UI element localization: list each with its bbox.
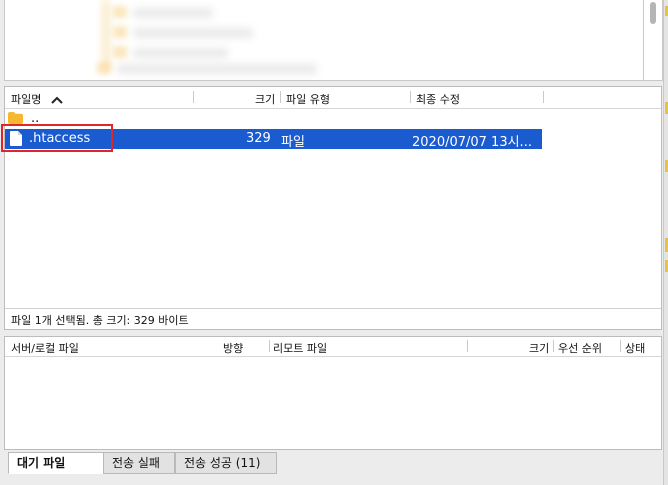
file-type: 파일 — [281, 135, 305, 150]
tree-item-blurred[interactable] — [133, 8, 213, 18]
tree-scrollbar[interactable] — [643, 0, 663, 81]
scrollbar-thumb[interactable] — [650, 2, 656, 24]
file-list-status-bar: 파일 1개 선택됨. 총 크기: 329 바이트 — [5, 308, 661, 329]
column-header-size[interactable]: 크기 — [255, 91, 275, 107]
column-divider[interactable] — [467, 340, 468, 352]
column-divider[interactable] — [553, 340, 554, 352]
annotation-highlight-box — [1, 124, 113, 152]
column-header-modified[interactable]: 최종 수정 — [416, 91, 460, 107]
column-divider[interactable] — [543, 91, 544, 103]
remote-file-list[interactable]: 파일명 크기 파일 유형 최종 수정 .. .htaccess 329 파일 2… — [4, 86, 662, 330]
queue-list-header: 서버/로컬 파일 방향 리모트 파일 크기 우선 순위 상태 — [5, 337, 661, 357]
file-size: 329 — [246, 131, 271, 146]
selection-status-text: 파일 1개 선택됨. 총 크기: 329 바이트 — [11, 314, 189, 327]
tab-failed-transfers[interactable]: 전송 실패 — [103, 452, 175, 474]
file-list-header: 파일명 크기 파일 유형 최종 수정 — [5, 87, 661, 109]
tree-item-blurred[interactable] — [133, 48, 228, 58]
column-header-priority[interactable]: 우선 순위 — [558, 340, 602, 356]
column-divider[interactable] — [280, 91, 281, 103]
column-header-filename[interactable]: 파일명 — [11, 91, 63, 107]
tree-connector — [103, 0, 109, 70]
folder-icon — [113, 26, 127, 38]
tree-item-blurred[interactable] — [133, 28, 253, 38]
folder-icon — [97, 62, 111, 74]
column-divider[interactable] — [193, 91, 194, 103]
sort-ascending-icon — [51, 96, 63, 104]
folder-icon — [113, 6, 127, 18]
transfer-queue-list[interactable]: 서버/로컬 파일 방향 리모트 파일 크기 우선 순위 상태 — [4, 336, 662, 450]
queue-tab-bar: 대기 파일 전송 실패 전송 성공 (11) — [4, 450, 660, 478]
column-divider[interactable] — [410, 91, 411, 103]
column-divider[interactable] — [269, 340, 270, 352]
tab-queued-files[interactable]: 대기 파일 — [8, 452, 104, 474]
column-divider[interactable] — [620, 340, 621, 352]
column-header-remote-file[interactable]: 리모트 파일 — [273, 340, 327, 356]
file-modified: 2020/07/07 13시... — [412, 135, 532, 150]
folder-icon — [8, 112, 23, 124]
column-header-type[interactable]: 파일 유형 — [286, 91, 330, 107]
column-header-direction[interactable]: 방향 — [223, 340, 243, 356]
folder-icon — [113, 46, 127, 58]
adjacent-pane-edge — [663, 0, 668, 485]
column-header-server-local-file[interactable]: 서버/로컬 파일 — [11, 340, 79, 356]
column-header-status[interactable]: 상태 — [625, 340, 645, 356]
tree-item-blurred[interactable] — [117, 64, 317, 74]
tab-successful-transfers[interactable]: 전송 성공 (11) — [175, 452, 277, 474]
directory-tree-pane[interactable] — [4, 0, 644, 81]
column-header-size[interactable]: 크기 — [529, 340, 549, 356]
